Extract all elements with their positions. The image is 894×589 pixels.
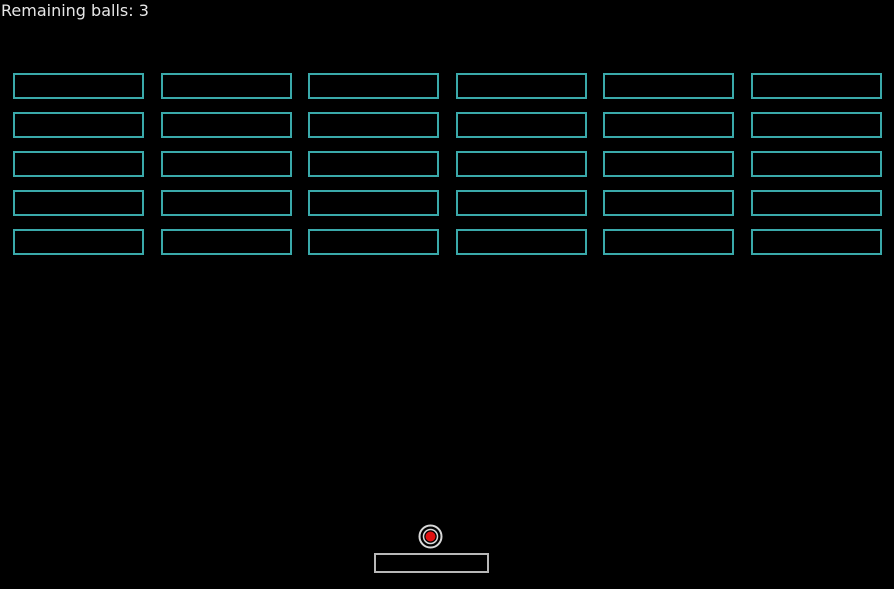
brick [456, 73, 587, 99]
brick [13, 229, 144, 255]
brick [456, 151, 587, 177]
brick [308, 190, 439, 216]
brick [13, 151, 144, 177]
brick [161, 229, 292, 255]
brick [13, 73, 144, 99]
brick [13, 112, 144, 138]
brick [751, 73, 882, 99]
brick [456, 229, 587, 255]
brick [456, 112, 587, 138]
ball-icon [418, 524, 443, 549]
brick-wall [0, 0, 894, 589]
brick [751, 190, 882, 216]
brick [308, 151, 439, 177]
brick [603, 73, 734, 99]
brick [308, 112, 439, 138]
brick [603, 151, 734, 177]
brick [161, 112, 292, 138]
game-canvas[interactable]: Remaining balls: 3 [0, 0, 894, 589]
brick [751, 151, 882, 177]
ball [418, 524, 443, 549]
brick [13, 190, 144, 216]
brick [161, 190, 292, 216]
brick [161, 151, 292, 177]
paddle[interactable] [374, 553, 489, 573]
brick [308, 229, 439, 255]
brick [751, 229, 882, 255]
brick [456, 190, 587, 216]
brick [751, 112, 882, 138]
brick [603, 229, 734, 255]
brick [161, 73, 292, 99]
brick [603, 112, 734, 138]
brick [308, 73, 439, 99]
brick [603, 190, 734, 216]
